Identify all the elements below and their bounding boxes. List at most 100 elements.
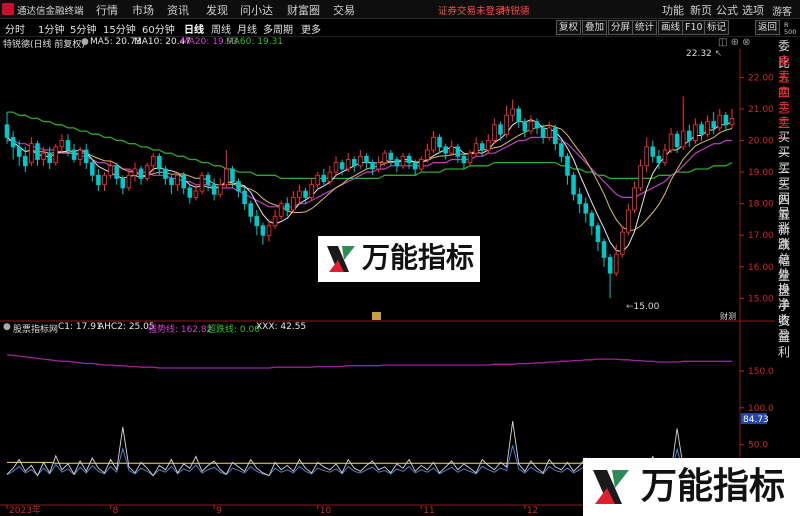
candle-body [632,187,637,211]
menu-item-discover[interactable]: 发现 [206,2,228,18]
candle-body [327,171,333,182]
candle-body [510,108,515,116]
price-tick-label: 20.00 [748,137,774,147]
candle-body [138,168,144,179]
candle-body [498,124,503,135]
menu-item-wealth[interactable]: 财富圈 [287,2,320,18]
candle-body [443,146,448,154]
back-button[interactable]: 返回 [755,20,781,35]
candle-body [41,152,46,160]
candle-body [364,155,369,164]
tab-5min[interactable]: 5分钟 [70,21,96,36]
panel-settings-icon[interactable]: ◫ ⊕ ⊗ [718,37,751,48]
candle-body [467,152,473,164]
tab-weekly[interactable]: 周线 [211,21,231,36]
overlay-button[interactable]: 叠加 [582,20,608,35]
price-tick-label: 18.00 [748,200,774,210]
tab-1min[interactable]: 1分钟 [38,21,64,36]
menu-item-news[interactable]: 资讯 [167,2,189,18]
event-marker[interactable] [372,312,381,320]
candle-body [559,143,564,157]
candle-body [199,174,205,192]
candle-body [687,130,692,141]
tab-15min[interactable]: 15分钟 [103,21,136,36]
candle-body [613,253,619,274]
time-tick-label: 2023年 [9,504,41,516]
candle-body [400,155,406,167]
candle-body [303,190,308,198]
candle-body [412,162,418,170]
adjust-button[interactable]: 复权 [556,20,582,35]
candle-body [102,174,107,186]
tab-60min[interactable]: 60分钟 [142,21,175,36]
price-tick-label: 22.00 [748,73,774,83]
candle-body [626,209,631,233]
tab-daily[interactable]: 日线 [184,21,204,36]
f10-button[interactable]: F10 [682,20,706,35]
menu-item-market[interactable]: 行情 [96,2,118,18]
candle-body [674,133,680,148]
menu-item-trade[interactable]: 交易 [333,2,355,18]
candle-body [272,215,278,227]
candle-body [680,130,686,148]
candle-body [187,187,193,198]
menu-bar: 通达信金融终端 行情 市场 资讯 发现 问小达 财富圈 交易 证券交易未登录 特… [0,0,800,19]
candle-body [534,121,540,129]
candle-body [540,127,546,138]
indicator-strong-line [6,354,732,369]
menu-item-function[interactable]: 功能 [662,2,684,18]
candle-body [230,168,235,182]
candle-body [157,155,162,170]
app-logo-icon [2,3,14,15]
time-tick-label: 10 [320,506,332,516]
candle-body [565,155,570,176]
ma60-value: MA60: 19.31 [226,37,284,47]
candle-body [132,168,138,176]
candle-body [224,168,229,186]
high-price-label: 22.32 [686,49,712,59]
candle-body [339,162,345,170]
candle-body [217,184,223,195]
candle-body [473,143,479,154]
candle-body [644,146,649,167]
candle-body [333,162,339,173]
candle-body [126,174,132,189]
candle-body [114,165,119,179]
tab-intraday[interactable]: 分时 [5,21,25,36]
candle-body [260,225,266,236]
tab-multi-period[interactable]: 多周期 [263,21,293,36]
kline-chart[interactable]: 22.00 21.00 20.00 19.00 18.00 17.00 16.00 15.00… [0,49,775,516]
candle-body [705,121,710,135]
candle-body [528,121,534,132]
candle-body [425,149,430,160]
statistics-button[interactable]: 统计 [632,20,658,35]
draw-line-button[interactable]: 画线 [658,20,684,35]
price-tick-label: 16.00 [748,263,774,273]
candle-body [90,162,95,176]
time-tick-label: 8 [113,506,119,516]
tab-more[interactable]: 更多 [301,21,321,36]
candle-body [291,196,296,211]
menu-item-options[interactable]: 选项 [742,2,764,18]
menu-item-newpage[interactable]: 新页 [690,2,712,18]
candle-body [10,136,16,148]
menu-item-assistant[interactable]: 问小达 [240,2,273,18]
candle-body [650,146,656,157]
period-toolbar: 分时 1分钟 5分钟 15分钟 60分钟 日线 周线 月线 多周期 更多 复权 … [0,19,800,37]
menu-item-markets[interactable]: 市场 [132,2,154,18]
mark-button[interactable]: 标记 [704,20,730,35]
menu-item-formula[interactable]: 公式 [716,2,738,18]
candle-body [388,152,394,160]
candle-body [29,143,34,164]
guest-label[interactable]: 游客 [772,3,792,18]
tab-monthly[interactable]: 月线 [237,21,257,36]
candle-body [242,190,247,205]
candle-body [504,114,509,135]
login-status[interactable]: 证券交易未登录 [438,3,505,17]
candle-body [729,118,735,126]
price-tick-label: 17.00 [748,231,774,241]
low-price-label: 15.00 [633,302,660,312]
candle-body [358,155,363,167]
split-screen-button[interactable]: 分屏 [608,20,634,35]
candle-body [321,174,327,182]
